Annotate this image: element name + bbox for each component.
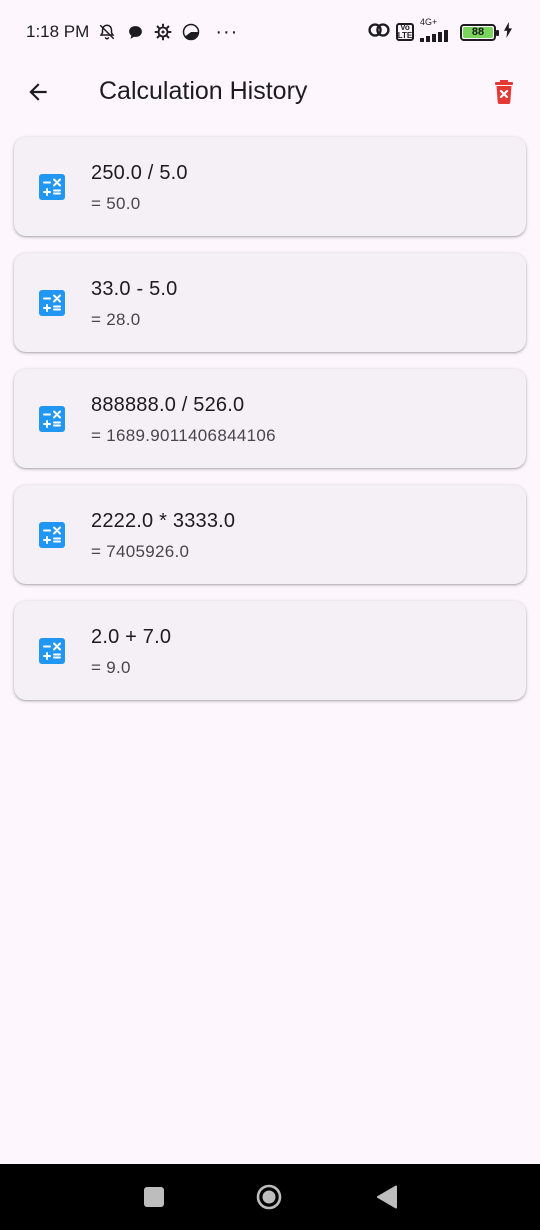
calculator-icon — [39, 638, 65, 664]
history-item[interactable]: 250.0 / 5.0 = 50.0 — [14, 137, 526, 236]
entry-text: 888888.0 / 526.0 = 1689.9011406844106 — [91, 391, 276, 448]
volte-badge: Vo LTE — [396, 23, 414, 41]
app-bar: Calculation History — [0, 64, 540, 118]
arrow-left-icon — [29, 83, 47, 101]
history-item[interactable]: 33.0 - 5.0 = 28.0 — [14, 253, 526, 352]
history-result: = 7405926.0 — [91, 542, 190, 561]
recents-button[interactable] — [141, 1184, 167, 1210]
history-expression: 33.0 - 5.0 — [91, 278, 178, 300]
calculator-icon — [39, 522, 65, 548]
battery-level: 88 — [463, 26, 493, 38]
status-left: 1:18 PM ··· — [26, 21, 238, 44]
calculator-icon — [39, 406, 65, 432]
entry-text: 2.0 + 7.0 = 9.0 — [91, 623, 171, 680]
status-time: 1:18 PM — [26, 22, 90, 41]
history-result: = 50.0 — [91, 194, 141, 213]
history-result: = 1689.9011406844106 — [91, 426, 276, 445]
network-type-label: 4G+ — [420, 16, 438, 27]
page-title: Calculation History — [99, 77, 308, 105]
history-expression: 888888.0 / 526.0 — [91, 394, 245, 416]
signal-container: 4G+ — [420, 16, 454, 47]
more-notifications-icon: ··· — [215, 20, 239, 43]
history-item[interactable]: 2.0 + 7.0 = 9.0 — [14, 601, 526, 700]
settings-gear-icon — [153, 22, 173, 42]
history-item[interactable]: 2222.0 * 3333.0 = 7405926.0 — [14, 485, 526, 584]
pie-app-icon — [181, 22, 201, 42]
calculator-icon — [39, 174, 65, 200]
history-result: = 9.0 — [91, 658, 131, 677]
circle-icon — [256, 1184, 282, 1210]
chat-bubble-icon — [125, 22, 145, 42]
status-bar: 1:18 PM ··· Vo LTE 4G+ 88 — [0, 0, 540, 64]
history-result: = 28.0 — [91, 310, 141, 329]
entry-text: 33.0 - 5.0 = 28.0 — [91, 275, 178, 332]
battery-icon: 88 — [460, 23, 499, 41]
charging-bolt-icon — [502, 21, 514, 43]
history-expression: 2222.0 * 3333.0 — [91, 510, 236, 532]
calculator-icon — [39, 290, 65, 316]
screen: 1:18 PM ··· Vo LTE 4G+ 88 Calculation Hi… — [0, 0, 540, 1230]
square-icon — [144, 1187, 164, 1207]
entry-text: 2222.0 * 3333.0 = 7405926.0 — [91, 507, 235, 564]
history-expression: 250.0 / 5.0 — [91, 162, 188, 184]
clear-history-button[interactable] — [486, 74, 522, 110]
history-item[interactable]: 888888.0 / 526.0 = 1689.9011406844106 — [14, 369, 526, 468]
bell-off-icon — [97, 22, 117, 42]
status-right: Vo LTE 4G+ 88 — [368, 16, 514, 47]
entry-text: 250.0 / 5.0 = 50.0 — [91, 159, 188, 216]
signal-icon — [420, 27, 454, 47]
nav-back-button[interactable] — [374, 1184, 400, 1210]
trash-x-icon — [495, 80, 513, 104]
history-list: 250.0 / 5.0 = 50.0 33.0 - 5.0 = 28.0 888… — [14, 137, 526, 717]
history-expression: 2.0 + 7.0 — [91, 626, 172, 648]
hotspot-link-icon — [368, 21, 390, 44]
system-nav-bar — [0, 1164, 540, 1230]
triangle-back-icon — [377, 1185, 397, 1209]
home-button[interactable] — [256, 1184, 282, 1210]
back-button[interactable] — [20, 74, 56, 110]
